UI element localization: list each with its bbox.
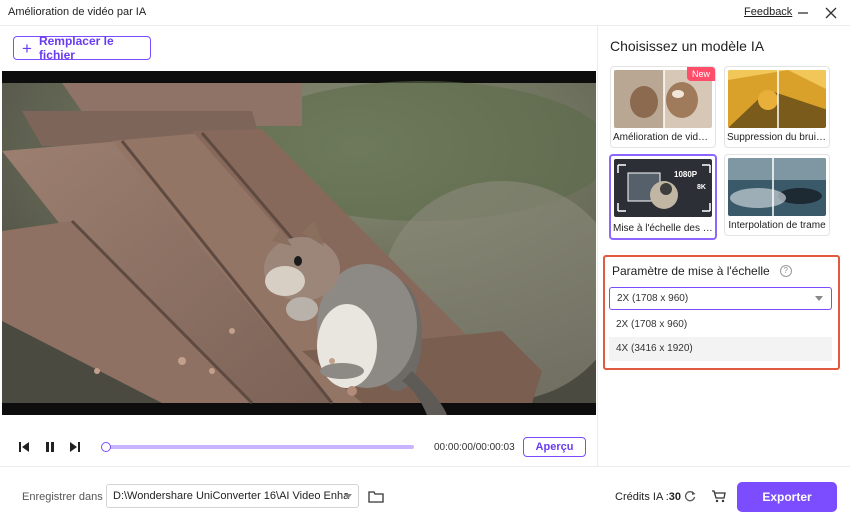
upscale-thumbnail: 1080P 8K: [614, 159, 712, 217]
progress-bar[interactable]: [101, 442, 414, 452]
model-card-denoise[interactable]: Suppression du bruit ...: [724, 66, 830, 148]
plus-icon: +: [22, 38, 32, 58]
timecode: 00:00:00/00:00:03: [434, 442, 515, 453]
model-label: Suppression du bruit ...: [727, 132, 827, 143]
scale-option-2x[interactable]: 2X (1708 x 960): [609, 313, 832, 337]
save-path-value: D:\Wondershare UniConverter 16\AI Video …: [113, 490, 350, 502]
scale-option-4x[interactable]: 4X (3416 x 1920): [609, 337, 832, 361]
step-forward-icon[interactable]: [68, 440, 82, 454]
thumb-8k-text: 8K: [697, 184, 706, 191]
model-card-upscale[interactable]: 1080P 8K Mise à l'échelle des vi...: [609, 154, 717, 240]
scale-select[interactable]: 2X (1708 x 960): [609, 287, 832, 310]
player-panel: + Remplacer le fichier 00:00:00/00:00:03…: [0, 26, 597, 466]
save-location-label: Enregistrer dans: [22, 491, 103, 503]
export-button[interactable]: Exporter: [737, 482, 837, 512]
interpolation-thumbnail: [728, 158, 826, 216]
model-card-enhancement[interactable]: New Amélioration de vidéos: [610, 66, 716, 148]
folder-icon[interactable]: [368, 489, 384, 503]
progress-handle[interactable]: [101, 442, 111, 452]
scale-settings-title-text: Paramètre de mise à l'échelle: [612, 264, 770, 278]
playback-controls: 00:00:00/00:00:03 Aperçu: [0, 431, 597, 461]
video-preview[interactable]: [2, 71, 596, 415]
step-back-icon[interactable]: [17, 440, 31, 454]
model-label: Mise à l'échelle des vi...: [613, 223, 713, 234]
ai-credits: Crédits IA :30: [615, 491, 681, 503]
help-icon[interactable]: ?: [779, 265, 792, 277]
model-label: Interpolation de trame: [728, 220, 826, 231]
model-label: Amélioration de vidéos: [613, 132, 713, 143]
scale-settings-title: Paramètre de mise à l'échelle ?: [612, 264, 792, 278]
refresh-icon[interactable]: [683, 489, 697, 503]
close-icon[interactable]: [822, 4, 840, 22]
denoise-thumbnail: [728, 70, 826, 128]
feedback-link[interactable]: Feedback: [744, 6, 792, 18]
thumb-1080p-text: 1080P: [674, 170, 698, 179]
model-panel: Choisissez un modèle IA New Amélioration…: [597, 26, 850, 466]
chevron-down-icon: [815, 296, 823, 301]
minimize-icon[interactable]: [794, 4, 812, 22]
window-title: Amélioration de vidéo par IA: [8, 6, 147, 18]
save-path-select[interactable]: D:\Wondershare UniConverter 16\AI Video …: [106, 484, 359, 508]
model-heading: Choisissez un modèle IA: [610, 38, 765, 54]
preview-button[interactable]: Aperçu: [523, 437, 586, 457]
title-bar: Amélioration de vidéo par IA Feedback: [0, 0, 850, 26]
credits-label: Crédits IA :: [615, 491, 669, 503]
model-card-interpolation[interactable]: Interpolation de trame: [724, 154, 830, 236]
new-badge: New: [686, 67, 715, 81]
replace-file-button[interactable]: + Remplacer le fichier: [13, 34, 151, 62]
pause-icon[interactable]: [43, 440, 57, 454]
scale-settings-panel: Paramètre de mise à l'échelle ? 2X (1708…: [603, 255, 840, 370]
footer-bar: Enregistrer dans D:\Wondershare UniConve…: [0, 466, 850, 528]
credits-value: 30: [668, 491, 682, 503]
chevron-down-icon: [344, 494, 352, 499]
replace-file-label: Remplacer le fichier: [38, 34, 114, 62]
squirrel-video-frame: [2, 71, 596, 415]
scale-select-value: 2X (1708 x 960): [617, 293, 689, 304]
cart-icon[interactable]: [711, 489, 727, 503]
